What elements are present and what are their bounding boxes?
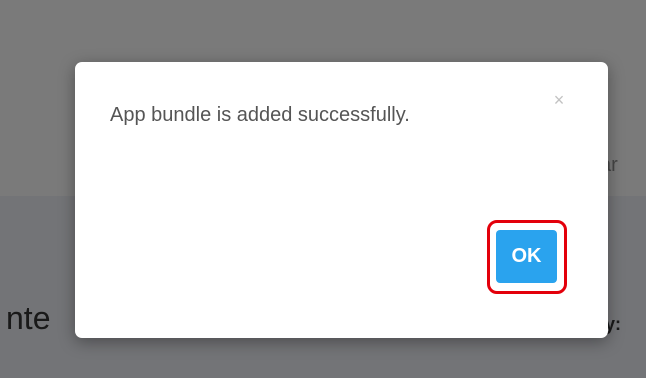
ok-button[interactable]: OK	[496, 230, 557, 283]
close-icon[interactable]: ×	[549, 90, 569, 110]
dialog-message: App bundle is added successfully.	[110, 104, 410, 126]
success-dialog: App bundle is added successfully. × OK	[75, 62, 608, 338]
screen: ar nte y: App bundle is added successful…	[0, 0, 646, 378]
